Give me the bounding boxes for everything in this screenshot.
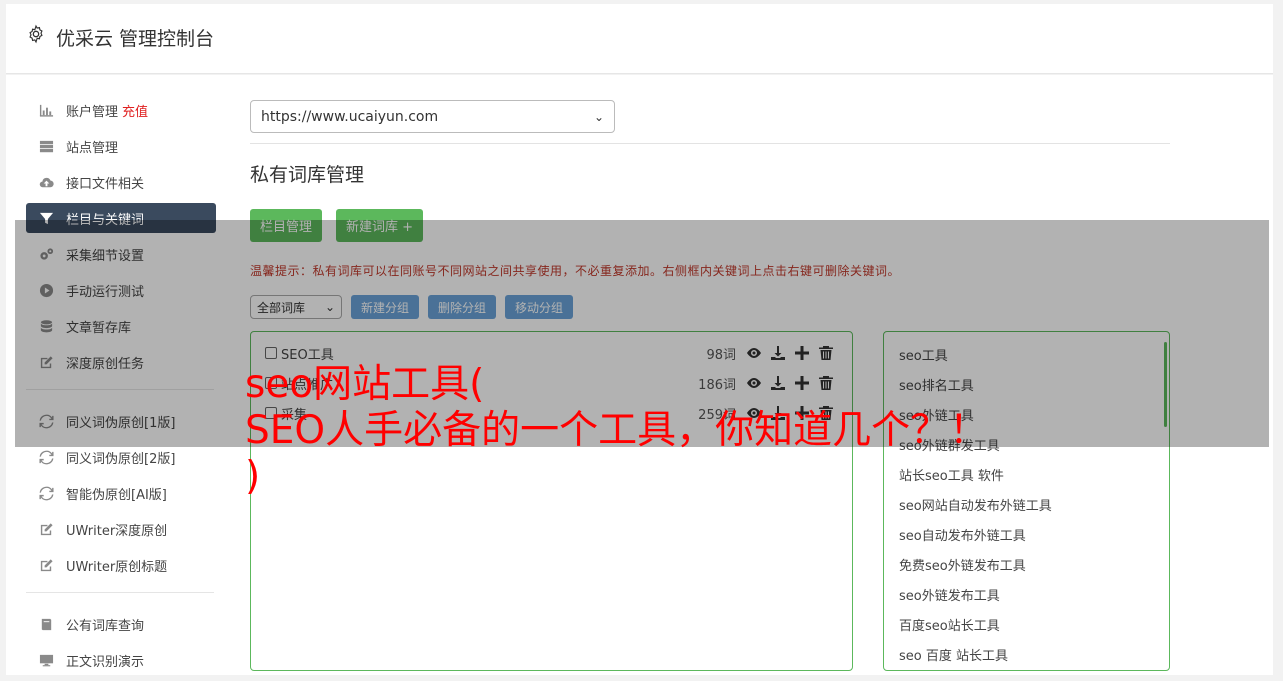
sidebar-item-label: 站点管理 (66, 140, 119, 156)
refresh-icon (38, 485, 54, 501)
sidebar-item-label: 智能伪原创[AI版] (66, 487, 167, 503)
sidebar-divider (26, 592, 214, 593)
sidebar-item-label: 公有词库查询 (66, 618, 145, 634)
sidebar-item-account[interactable]: 账户管理 充值 (26, 95, 216, 125)
sidebar-item-uwriter-title[interactable]: UWriter原创标题 (26, 550, 216, 580)
sidebar-item-sites[interactable]: 站点管理 (26, 131, 216, 161)
sidebar-item-public-lib[interactable]: 公有词库查询 (26, 609, 216, 639)
sidebar-item-ai-original[interactable]: 智能伪原创[AI版] (26, 478, 216, 508)
cloud-upload-icon (38, 174, 54, 190)
sidebar-item-label: UWriter深度原创 (66, 523, 168, 539)
sidebar-item-label: 同义词伪原创[2版] (66, 451, 176, 467)
sidebar-item-label: UWriter原创标题 (66, 559, 168, 575)
site-select[interactable]: https://www.ucaiyun.com ⌄ (250, 100, 615, 133)
sidebar-item-interface[interactable]: 接口文件相关 (26, 167, 216, 197)
gear-icon (29, 24, 43, 44)
keyword-item[interactable]: 百度seo站长工具 (884, 612, 1169, 642)
header-bar: 优采云 管理控制台 (6, 4, 1273, 74)
app-title: 优采云 管理控制台 (56, 28, 215, 50)
keyword-item[interactable]: 免费seo外链发布工具 (884, 552, 1169, 582)
refresh-icon (38, 449, 54, 465)
book-icon (38, 616, 54, 632)
keyword-item[interactable]: seo 百度 站长工具 (884, 642, 1169, 672)
edit-icon (38, 557, 54, 573)
chevron-down-icon: ⌄ (593, 109, 604, 124)
headline-line: seo网站工具( (245, 362, 485, 407)
bar-chart-icon (38, 102, 54, 118)
keyword-item[interactable]: seo自动发布外链工具 (884, 522, 1169, 552)
page-title: 私有词库管理 (250, 164, 365, 186)
overlay-headline: seo网站工具( SEO人手必备的一个工具，你知道几个？！ ) (245, 362, 1075, 500)
monitor-icon (38, 652, 54, 668)
headline-line: ) (245, 454, 261, 499)
edit-icon (38, 521, 54, 537)
sidebar-item-text-recognition[interactable]: 正文识别演示 (26, 645, 216, 675)
headline-line: SEO人手必备的一个工具，你知道几个？！ (245, 408, 989, 453)
site-select-value: https://www.ucaiyun.com (261, 108, 439, 125)
sidebar-item-uwriter-deep[interactable]: UWriter深度原创 (26, 514, 216, 544)
server-icon (38, 138, 54, 154)
recharge-link[interactable]: 充值 (122, 101, 148, 120)
keyword-item[interactable]: seo外链发布工具 (884, 582, 1169, 612)
sidebar-item-label: 接口文件相关 (66, 176, 145, 192)
divider (250, 143, 1170, 144)
sidebar-item-label: 账户管理 (66, 104, 119, 120)
